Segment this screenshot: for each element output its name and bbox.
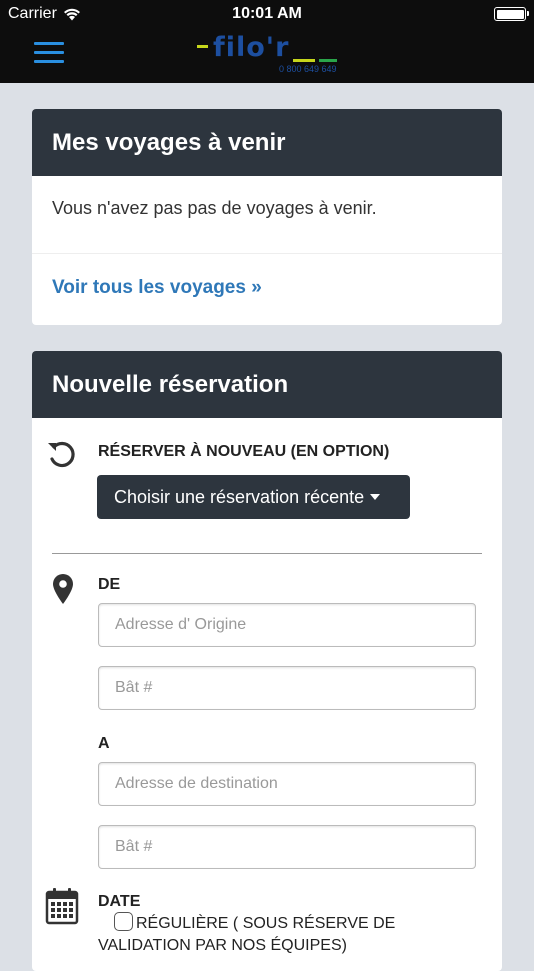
caret-down-icon bbox=[370, 494, 381, 500]
upcoming-trips-title: Mes voyages à venir bbox=[32, 109, 502, 176]
to-label: A bbox=[98, 735, 110, 752]
logo-text: filo'r bbox=[213, 32, 290, 63]
clock: 10:01 AM bbox=[232, 5, 302, 22]
recurring-checkbox[interactable] bbox=[114, 912, 133, 931]
app-logo: filo'r 0 800 649 649 bbox=[195, 32, 345, 78]
recurring-option: RÉGULIÈRE ( SOUS RÉSERVE DE VALIDATION P… bbox=[98, 912, 478, 957]
section-divider bbox=[52, 553, 482, 554]
recent-booking-dropdown-label: Choisir une réservation récente bbox=[114, 486, 365, 507]
history-icon bbox=[48, 441, 75, 468]
recurring-label: RÉGULIÈRE ( SOUS RÉSERVE DE VALIDATION P… bbox=[98, 915, 396, 954]
destination-address-input[interactable]: Adresse de destination bbox=[98, 762, 476, 806]
empty-trips-message: Vous n'avez pas pas de voyages à venir. bbox=[52, 198, 377, 218]
calendar-icon bbox=[45, 888, 79, 925]
battery-icon bbox=[494, 7, 529, 21]
hamburger-menu-icon[interactable] bbox=[34, 42, 64, 66]
origin-address-input[interactable]: Adresse d' Origine bbox=[98, 603, 476, 647]
status-bar: Carrier 10:01 AM bbox=[0, 0, 534, 28]
recent-booking-dropdown[interactable]: Choisir une réservation récente bbox=[97, 475, 410, 519]
date-label: DATE bbox=[98, 893, 141, 910]
upcoming-trips-card: Mes voyages à venir Vous n'avez pas pas … bbox=[32, 109, 502, 325]
location-pin-icon bbox=[53, 574, 73, 604]
see-all-trips-link[interactable]: Voir tous les voyages » bbox=[52, 277, 262, 299]
destination-building-input[interactable]: Bât # bbox=[98, 825, 476, 869]
from-label: DE bbox=[98, 576, 121, 593]
origin-building-input[interactable]: Bât # bbox=[98, 666, 476, 710]
nav-bar: filo'r 0 800 649 649 bbox=[0, 28, 534, 83]
divider bbox=[32, 253, 502, 254]
new-booking-card: Nouvelle réservation RÉSERVER À NOUVEAU … bbox=[32, 351, 502, 971]
rebook-label: RÉSERVER À NOUVEAU (EN OPTION) bbox=[98, 443, 390, 460]
logo-phone: 0 800 649 649 bbox=[279, 64, 337, 74]
new-booking-title: Nouvelle réservation bbox=[32, 351, 502, 418]
